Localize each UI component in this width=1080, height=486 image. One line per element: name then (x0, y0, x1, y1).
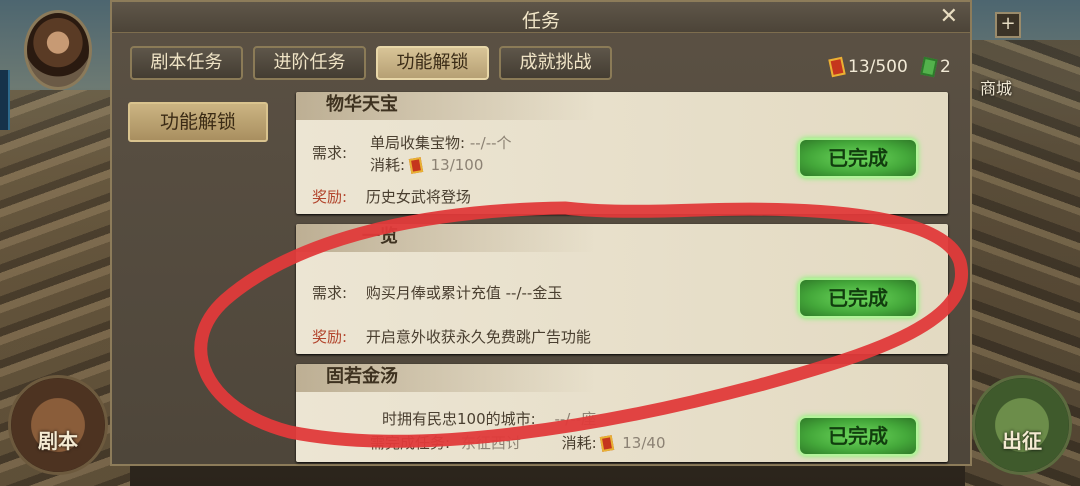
ticket-icon (408, 157, 424, 174)
requirement-text: 时拥有民忠100的城市: --/--座 (382, 410, 597, 428)
gem-count: 2 (940, 57, 951, 77)
gem-counter: 2 (920, 56, 951, 78)
reward-line: 奖励: 历史女武将登场 (312, 188, 471, 206)
player-avatar[interactable] (24, 10, 92, 90)
requirement-line: 需求: 购买月俸或累计充值 --/--金玉 (312, 284, 563, 302)
side-category-feature-unlock[interactable]: 功能解锁 (128, 102, 268, 142)
tab-script-tasks[interactable]: 剧本任务 (130, 46, 243, 80)
left-edge-tab[interactable] (0, 70, 10, 130)
ticket-counter: 13/500 (828, 56, 908, 78)
gem-icon (920, 56, 938, 78)
completed-button[interactable]: 已完成 (798, 138, 918, 178)
tab-feature-unlock[interactable]: 功能解锁 (376, 46, 489, 80)
required-task-line: 需完成任务: 东征西讨 消耗: 13/40 (370, 434, 666, 452)
task-card: 一览 需求: 购买月俸或累计充值 --/--金玉 奖励: 开启意外收获永久免费跳… (296, 224, 948, 354)
task-title: 固若金汤 (296, 364, 596, 392)
completed-button[interactable]: 已完成 (798, 416, 918, 456)
dialog-title-bar: 任务 ✕ (112, 2, 970, 33)
task-card: 固若金汤 时拥有民忠100的城市: --/--座 需完成任务: 东征西讨 消耗:… (296, 364, 948, 462)
close-icon[interactable]: ✕ (940, 4, 958, 29)
ticket-icon (600, 435, 615, 452)
ticket-count: 13/500 (848, 57, 908, 77)
requirement-text: 单局收集宝物: --/--个 (370, 134, 512, 152)
plus-button[interactable]: + (995, 12, 1021, 38)
ticket-icon (828, 56, 846, 78)
scenario-button-label: 剧本 (38, 429, 78, 453)
requirement-label: 需求: (312, 144, 348, 162)
task-title: 一览 (296, 224, 596, 252)
task-card: 物华天宝 需求: 单局收集宝物: --/--个 消耗: 13/100 奖励: 历… (296, 92, 948, 214)
tab-achievement-challenge[interactable]: 成就挑战 (499, 46, 612, 80)
completed-button[interactable]: 已完成 (798, 278, 918, 318)
reward-line: 奖励: 开启意外收获永久免费跳广告功能 (312, 328, 591, 346)
shop-label[interactable]: 商城 (972, 75, 1020, 99)
dialog-title: 任务 (521, 10, 560, 32)
task-dialog: 任务 ✕ 剧本任务 进阶任务 功能解锁 成就挑战 13/500 2 功能解锁 物… (110, 0, 972, 466)
tab-advanced-tasks[interactable]: 进阶任务 (253, 46, 366, 80)
march-button[interactable]: 出征 (972, 375, 1072, 475)
cost-line: 消耗: 13/100 (370, 156, 484, 174)
march-button-label: 出征 (1002, 429, 1042, 453)
task-title: 物华天宝 (296, 92, 596, 120)
scenario-button[interactable]: 剧本 (8, 375, 108, 475)
